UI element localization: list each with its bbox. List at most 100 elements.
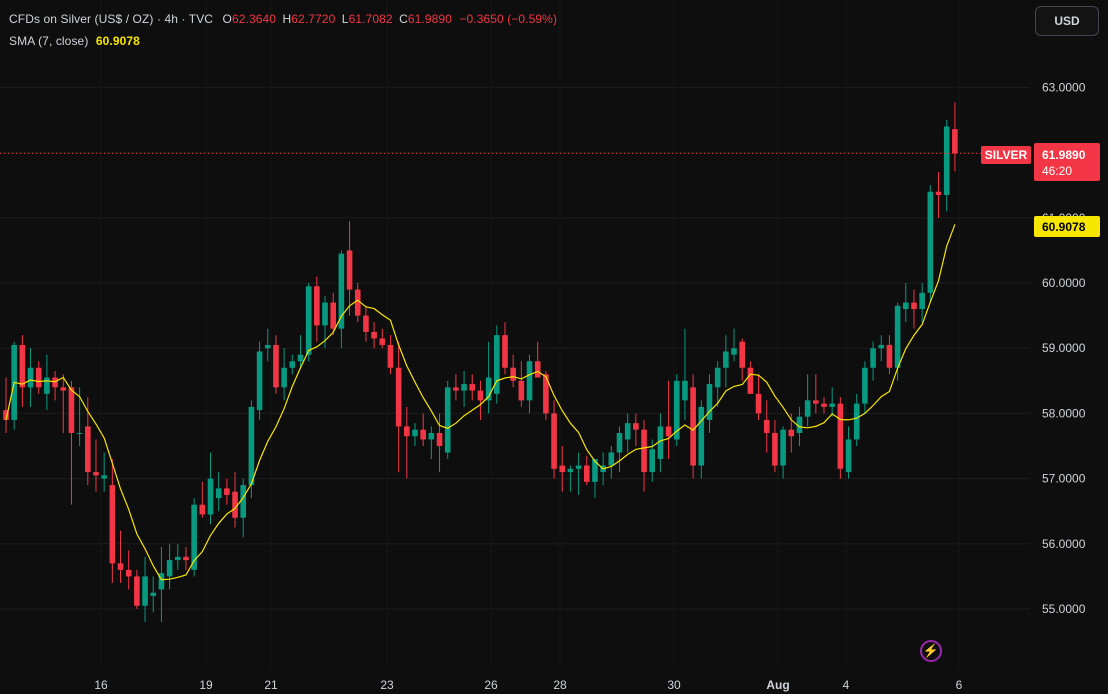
candle-up bbox=[575, 465, 582, 469]
candle-down bbox=[273, 344, 279, 388]
candle-up bbox=[281, 367, 287, 388]
candle-up bbox=[248, 406, 255, 486]
symbol-legend[interactable]: CFDs on Silver (US$ / OZ) · 4h · TVC O62… bbox=[9, 12, 557, 26]
x-tick-label: 4 bbox=[843, 678, 850, 692]
candle-up bbox=[894, 305, 901, 368]
legend-high: 62.7720 bbox=[291, 12, 336, 26]
x-tick-label: Aug bbox=[766, 678, 789, 692]
candle-up bbox=[526, 361, 533, 401]
legend-open-label: O bbox=[222, 12, 232, 26]
candle-down bbox=[518, 380, 525, 401]
candle-up bbox=[927, 191, 934, 293]
candle-down bbox=[232, 491, 238, 518]
candle-up bbox=[649, 449, 656, 473]
currency-button[interactable]: USD bbox=[1035, 6, 1099, 36]
candle-up bbox=[174, 556, 181, 561]
candle-down bbox=[821, 403, 827, 407]
candle-down bbox=[395, 367, 402, 427]
candle-up bbox=[723, 351, 729, 368]
candle-down bbox=[952, 129, 958, 154]
candle-down bbox=[117, 563, 124, 570]
candle-down bbox=[183, 556, 189, 561]
y-tick-label: 58.0000 bbox=[1042, 406, 1086, 420]
candle-down bbox=[739, 341, 745, 368]
candle-down bbox=[363, 315, 369, 332]
silver-price-tag: SILVER 61.9890 46:20 bbox=[981, 143, 1100, 181]
candle-down bbox=[109, 485, 116, 564]
candle-down bbox=[510, 367, 516, 381]
candle-down bbox=[371, 331, 377, 339]
time-axis[interactable]: 16 19 21 23 26 28 30 Aug 4 6 bbox=[94, 678, 962, 692]
candle-up bbox=[862, 367, 868, 404]
candle-up bbox=[256, 351, 263, 411]
candle-down bbox=[52, 377, 58, 388]
y-tick-label: 59.0000 bbox=[1042, 341, 1086, 355]
candle-down bbox=[837, 403, 844, 469]
legend-close: 61.9890 bbox=[407, 12, 452, 26]
candle-down bbox=[125, 569, 132, 577]
x-tick-label: 16 bbox=[94, 678, 108, 692]
candle-up bbox=[289, 361, 296, 368]
sma-legend-value: 60.9078 bbox=[95, 34, 140, 48]
candle-up bbox=[44, 377, 50, 394]
candle-down bbox=[551, 413, 557, 469]
sma-tag-value: 60.9078 bbox=[1042, 220, 1086, 234]
x-tick-label: 26 bbox=[484, 678, 498, 692]
x-tick-label: 28 bbox=[553, 678, 567, 692]
candle-down bbox=[665, 426, 672, 437]
candle-up bbox=[608, 452, 615, 466]
price-tag-countdown: 46:20 bbox=[1042, 164, 1072, 178]
candle-down bbox=[641, 429, 647, 473]
candle-down bbox=[85, 426, 91, 473]
candle-up bbox=[444, 387, 451, 453]
candle-down bbox=[314, 286, 320, 326]
candle-up bbox=[27, 367, 34, 388]
candle-up bbox=[731, 348, 737, 355]
candle-down bbox=[19, 344, 26, 388]
y-tick-label: 60.0000 bbox=[1042, 276, 1086, 290]
candle-up bbox=[76, 432, 83, 434]
y-tick-label: 55.0000 bbox=[1042, 602, 1086, 616]
lightning-bolt-icon[interactable]: ⚡ bbox=[920, 640, 942, 662]
candle-up bbox=[919, 292, 925, 310]
x-tick-label: 19 bbox=[199, 678, 213, 692]
candle-up bbox=[240, 485, 247, 518]
legend-open: 62.3640 bbox=[231, 12, 277, 26]
candle-up bbox=[698, 406, 705, 466]
candle-down bbox=[633, 423, 639, 430]
candle-down bbox=[911, 302, 917, 310]
candle-up bbox=[853, 403, 860, 440]
legend-title: CFDs on Silver (US$ / OZ) · 4h · TVC bbox=[9, 12, 214, 26]
candle-up bbox=[142, 576, 148, 606]
candle-down bbox=[469, 384, 476, 391]
candle-down bbox=[690, 387, 696, 466]
x-tick-label: 23 bbox=[380, 678, 394, 692]
candle-down bbox=[886, 344, 893, 368]
candle-up bbox=[780, 429, 786, 466]
candle-down bbox=[330, 302, 336, 329]
legend-low: 61.7082 bbox=[348, 12, 393, 26]
candle-up bbox=[903, 302, 909, 310]
x-tick-label: 30 bbox=[667, 678, 681, 692]
candle-up bbox=[870, 348, 876, 368]
y-tick-label: 57.0000 bbox=[1042, 472, 1086, 486]
candle-down bbox=[747, 367, 754, 394]
candle-up bbox=[878, 344, 885, 349]
candle-down bbox=[68, 387, 75, 433]
candle-up bbox=[829, 403, 835, 407]
candle-down bbox=[502, 335, 508, 368]
candle-down bbox=[379, 338, 386, 345]
candle-up bbox=[305, 286, 312, 355]
sma-legend[interactable]: SMA (7, close) 60.9078 bbox=[9, 34, 140, 48]
price-chart[interactable]: 55.0000 56.0000 57.0000 58.0000 59.0000 60.00… bbox=[0, 0, 1108, 694]
candle-up bbox=[101, 475, 107, 479]
x-tick-label: 6 bbox=[956, 678, 963, 692]
x-tick-label: 21 bbox=[264, 678, 278, 692]
legend-low-label: L bbox=[341, 12, 349, 26]
candle-down bbox=[755, 393, 762, 414]
y-tick-label: 56.0000 bbox=[1042, 537, 1086, 551]
candle-down bbox=[772, 432, 778, 466]
candle-down bbox=[534, 361, 541, 378]
candle-up bbox=[412, 429, 418, 437]
legend-close-label: C bbox=[399, 12, 408, 26]
